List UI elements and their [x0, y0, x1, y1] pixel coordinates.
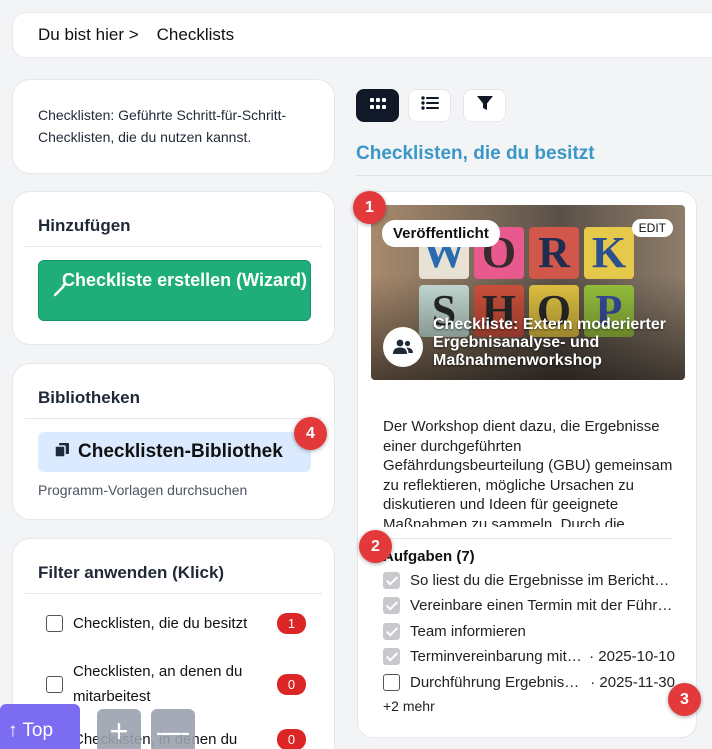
- checklist-title[interactable]: Checkliste: Extern moderierter Ergebnisa…: [433, 316, 673, 370]
- task-text: Team informieren: [410, 623, 526, 640]
- more-tasks-link[interactable]: +2 mehr: [383, 698, 435, 714]
- library-title: Bibliotheken: [25, 364, 322, 419]
- checklist-library-label: Checklisten-Bibliothek: [78, 441, 283, 462]
- task-checkbox[interactable]: [383, 674, 400, 691]
- annotation-marker-4: 4: [294, 417, 327, 450]
- checklist-library-button[interactable]: Checklisten-Bibliothek: [38, 432, 311, 472]
- list-view-button[interactable]: [408, 89, 451, 122]
- filter-item-label: Checklisten, die du besitzt: [73, 615, 248, 632]
- copy-icon: [54, 442, 70, 462]
- filter-count-badge: 0: [277, 729, 306, 749]
- annotation-marker-1: 1: [353, 191, 386, 224]
- filter-button[interactable]: [463, 89, 506, 122]
- status-badge: Veröffentlicht: [382, 220, 500, 247]
- breadcrumb-prefix: Du bist hier: [38, 25, 124, 44]
- add-card: Hinzufügen Checkliste erstellen (Wizard): [12, 191, 335, 345]
- filter-count-badge: 0: [277, 673, 306, 695]
- library-card: Bibliotheken Checklisten-Bibliothek Prog…: [12, 363, 335, 520]
- grid-icon: [369, 97, 386, 115]
- task-checkbox[interactable]: [383, 648, 400, 665]
- description-text: Checklisten: Geführte Schritt-für-Schrit…: [38, 107, 287, 145]
- filter-icon: [476, 95, 493, 116]
- section-divider: [356, 175, 712, 176]
- zoom-in-button[interactable]: +: [97, 709, 141, 749]
- breadcrumb-separator: >: [128, 25, 139, 44]
- task-text: Durchführung Ergebnisa…: [410, 674, 585, 691]
- task-text: So liest du die Ergebnisse im Berichts…: [410, 572, 675, 589]
- checklist-divider: [383, 538, 673, 539]
- add-title: Hinzufügen: [25, 192, 322, 247]
- task-item[interactable]: Terminvereinbarung mit … · 2025-10-10: [383, 648, 675, 665]
- checklist-description: Der Workshop dient dazu, die Ergebnisse …: [383, 418, 673, 527]
- task-date: · 2025-11-30: [590, 674, 675, 691]
- magic-wand-icon: [53, 281, 69, 303]
- task-text: Terminvereinbarung mit …: [410, 648, 584, 665]
- library-subtitle: Programm-Vorlagen durchsuchen: [38, 482, 248, 498]
- task-item[interactable]: Durchführung Ergebnisa… · 2025-11-30: [383, 674, 675, 691]
- grid-view-button[interactable]: [356, 89, 399, 122]
- create-checklist-wizard-label: Checkliste erstellen (Wizard): [62, 270, 307, 290]
- filter-checkbox[interactable]: [46, 615, 63, 632]
- task-item[interactable]: Team informieren: [383, 623, 675, 640]
- zoom-out-button[interactable]: —: [151, 709, 195, 749]
- edit-button[interactable]: EDIT: [631, 219, 673, 237]
- tasks-heading: Aufgaben (7): [383, 548, 475, 565]
- filter-item-label: Checklisten, an denen du mitarbeitest: [73, 663, 243, 705]
- task-text: Vereinbare einen Termin mit der Führ…: [410, 597, 673, 614]
- task-checkbox[interactable]: [383, 597, 400, 614]
- filter-checkbox[interactable]: [46, 675, 63, 693]
- task-item[interactable]: Vereinbare einen Termin mit der Führ…: [383, 597, 675, 614]
- description-card: Checklisten: Geführte Schritt-für-Schrit…: [12, 79, 335, 174]
- list-icon: [420, 96, 439, 115]
- checklist-card[interactable]: W O R K S H O P Veröffentlicht EDIT Chec…: [357, 191, 697, 738]
- task-checkbox[interactable]: [383, 623, 400, 640]
- annotation-marker-2: 2: [359, 530, 392, 563]
- filter-item-owned[interactable]: Checklisten, die du besitzt 1: [46, 613, 306, 634]
- task-checkbox[interactable]: [383, 572, 400, 589]
- annotation-marker-3: 3: [668, 683, 701, 716]
- breadcrumb-current[interactable]: Checklists: [157, 25, 234, 45]
- scroll-top-button[interactable]: ↑ Top: [0, 704, 80, 749]
- task-date: · 2025-10-10: [589, 648, 675, 665]
- breadcrumb: Du bist hier > Checklists: [12, 12, 712, 58]
- filter-count-badge: 1: [277, 613, 306, 634]
- group-icon: [383, 327, 423, 367]
- create-checklist-wizard-button[interactable]: Checkliste erstellen (Wizard): [38, 260, 311, 321]
- filter-title: Filter anwenden (Klick): [25, 539, 322, 594]
- section-title: Checklisten, die du besitzt: [356, 143, 595, 164]
- filter-item-collaborating[interactable]: Checklisten, an denen du mitarbeitest 0: [46, 659, 306, 709]
- task-item[interactable]: So liest du die Ergebnisse im Berichts…: [383, 572, 675, 589]
- checklist-cover-image[interactable]: W O R K S H O P Veröffentlicht EDIT Chec…: [371, 205, 685, 380]
